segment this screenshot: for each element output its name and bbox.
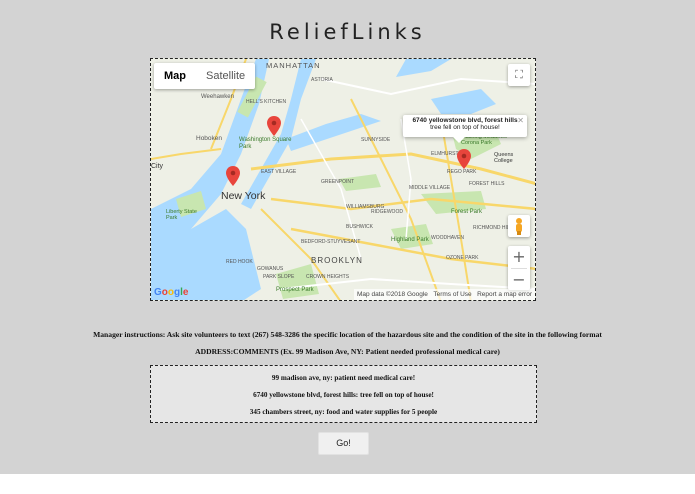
street-view-pegman-icon[interactable] (508, 215, 530, 237)
go-button[interactable]: Go! (318, 432, 369, 455)
map-label-crown-heights: CROWN HEIGHTS (306, 274, 350, 280)
map-label-east-village: EAST VILLAGE (261, 169, 297, 175)
entries-list: 99 madison ave, ny: patient need medical… (150, 365, 537, 423)
google-logo: Google (154, 287, 189, 298)
map-label-rego-park: REGO PARK (447, 169, 477, 175)
map-label-forest-hills: FOREST HILLS (469, 181, 505, 187)
map-marker-icon[interactable] (226, 166, 240, 186)
map-label-middle-village: MIDDLE VILLAGE (409, 185, 451, 191)
map-label-bushwick: BUSHWICK (346, 224, 373, 230)
terms-link[interactable]: Terms of Use (433, 291, 471, 298)
zoom-out-button[interactable]: − (508, 269, 530, 291)
map-label-red-hook: RED HOOK (226, 259, 253, 265)
map-label-bed-stuy: BEDFORD-STUYVESANT (301, 239, 361, 245)
map-label-manhattan: MANHATTAN (266, 61, 321, 70)
map-label-highland-park: Highland Park (391, 237, 429, 243)
map-label-queens-college: Queens College (494, 152, 514, 164)
map-type-control: Map Satellite (154, 63, 256, 89)
map-label-park-slope: PARK SLOPE (263, 274, 295, 280)
map-label-sunnyside: SUNNYSIDE (361, 137, 391, 143)
map-label-prospect-park: Prospect Park (276, 287, 314, 293)
map-label-ridgewood: RIDGEWOOD (371, 209, 403, 215)
page-background: ReliefLinks MANHATTAN Weehawken HELL'S K… (0, 0, 695, 474)
zoom-in-button[interactable]: + (508, 246, 530, 268)
map-attribution: Map data ©2018 Google (357, 291, 428, 298)
map-type-satellite-button[interactable]: Satellite (196, 63, 255, 89)
map-label-weehawken: Weehawken (201, 94, 234, 100)
manager-instructions: Manager instructions: Ask site volunteer… (93, 330, 602, 339)
map-label-richmond-hill: RICHMOND HILL (473, 225, 513, 231)
map-label-washington-square: Washington Square Park (239, 137, 292, 150)
map-label-ozone-park: OZONE PARK (446, 255, 479, 261)
map-label-liberty: Liberty State Park (166, 209, 197, 221)
map-label-hoboken: Hoboken (196, 135, 223, 142)
map-label-elmhurst: ELMHURST (431, 151, 459, 157)
list-item: 99 madison ave, ny: patient need medical… (271, 374, 416, 382)
map-label-astoria: ASTORIA (311, 77, 333, 83)
zoom-control: + − (508, 246, 530, 290)
map-type-map-button[interactable]: Map (154, 63, 196, 89)
map-label-forest-park: Forest Park (451, 209, 483, 215)
list-item: 345 chambers street, ny: food and water … (249, 408, 438, 416)
page-title: ReliefLinks (269, 20, 426, 44)
map-label-greenpoint: GREENPOINT (321, 179, 355, 185)
map-label-new-york: New York (221, 190, 266, 202)
info-window-address: 6740 yellowstone blvd, forest hills (412, 117, 518, 124)
close-icon[interactable]: ✕ (517, 116, 524, 125)
report-error-link[interactable]: Report a map error (477, 291, 532, 298)
list-item: 6740 yellowstone blvd, forest hills: tre… (253, 391, 434, 399)
map-view[interactable]: MANHATTAN Weehawken HELL'S KITCHEN Hobok… (150, 58, 536, 301)
map-label-gowanus: GOWANUS (257, 266, 284, 272)
map-marker-icon[interactable] (457, 149, 471, 169)
map-marker-icon[interactable] (267, 116, 281, 136)
format-example: ADDRESS:COMMENTS (Ex. 99 Madison Ave, NY… (195, 347, 500, 356)
info-window-comment: tree fell on top of house! (430, 124, 500, 131)
fullscreen-icon[interactable]: ⛶ (508, 64, 530, 86)
map-label-woodhaven: WOODHAVEN (431, 235, 464, 241)
map-attribution-bar: Map data ©2018 Google Terms of Use Repor… (354, 289, 535, 300)
map-label-city: City (151, 163, 164, 170)
map-label-hells-kitchen: HELL'S KITCHEN (246, 99, 287, 105)
map-label-brooklyn: BROOKLYN (311, 256, 363, 265)
map-info-window: 6740 yellowstone blvd, forest hills tree… (403, 115, 527, 143)
